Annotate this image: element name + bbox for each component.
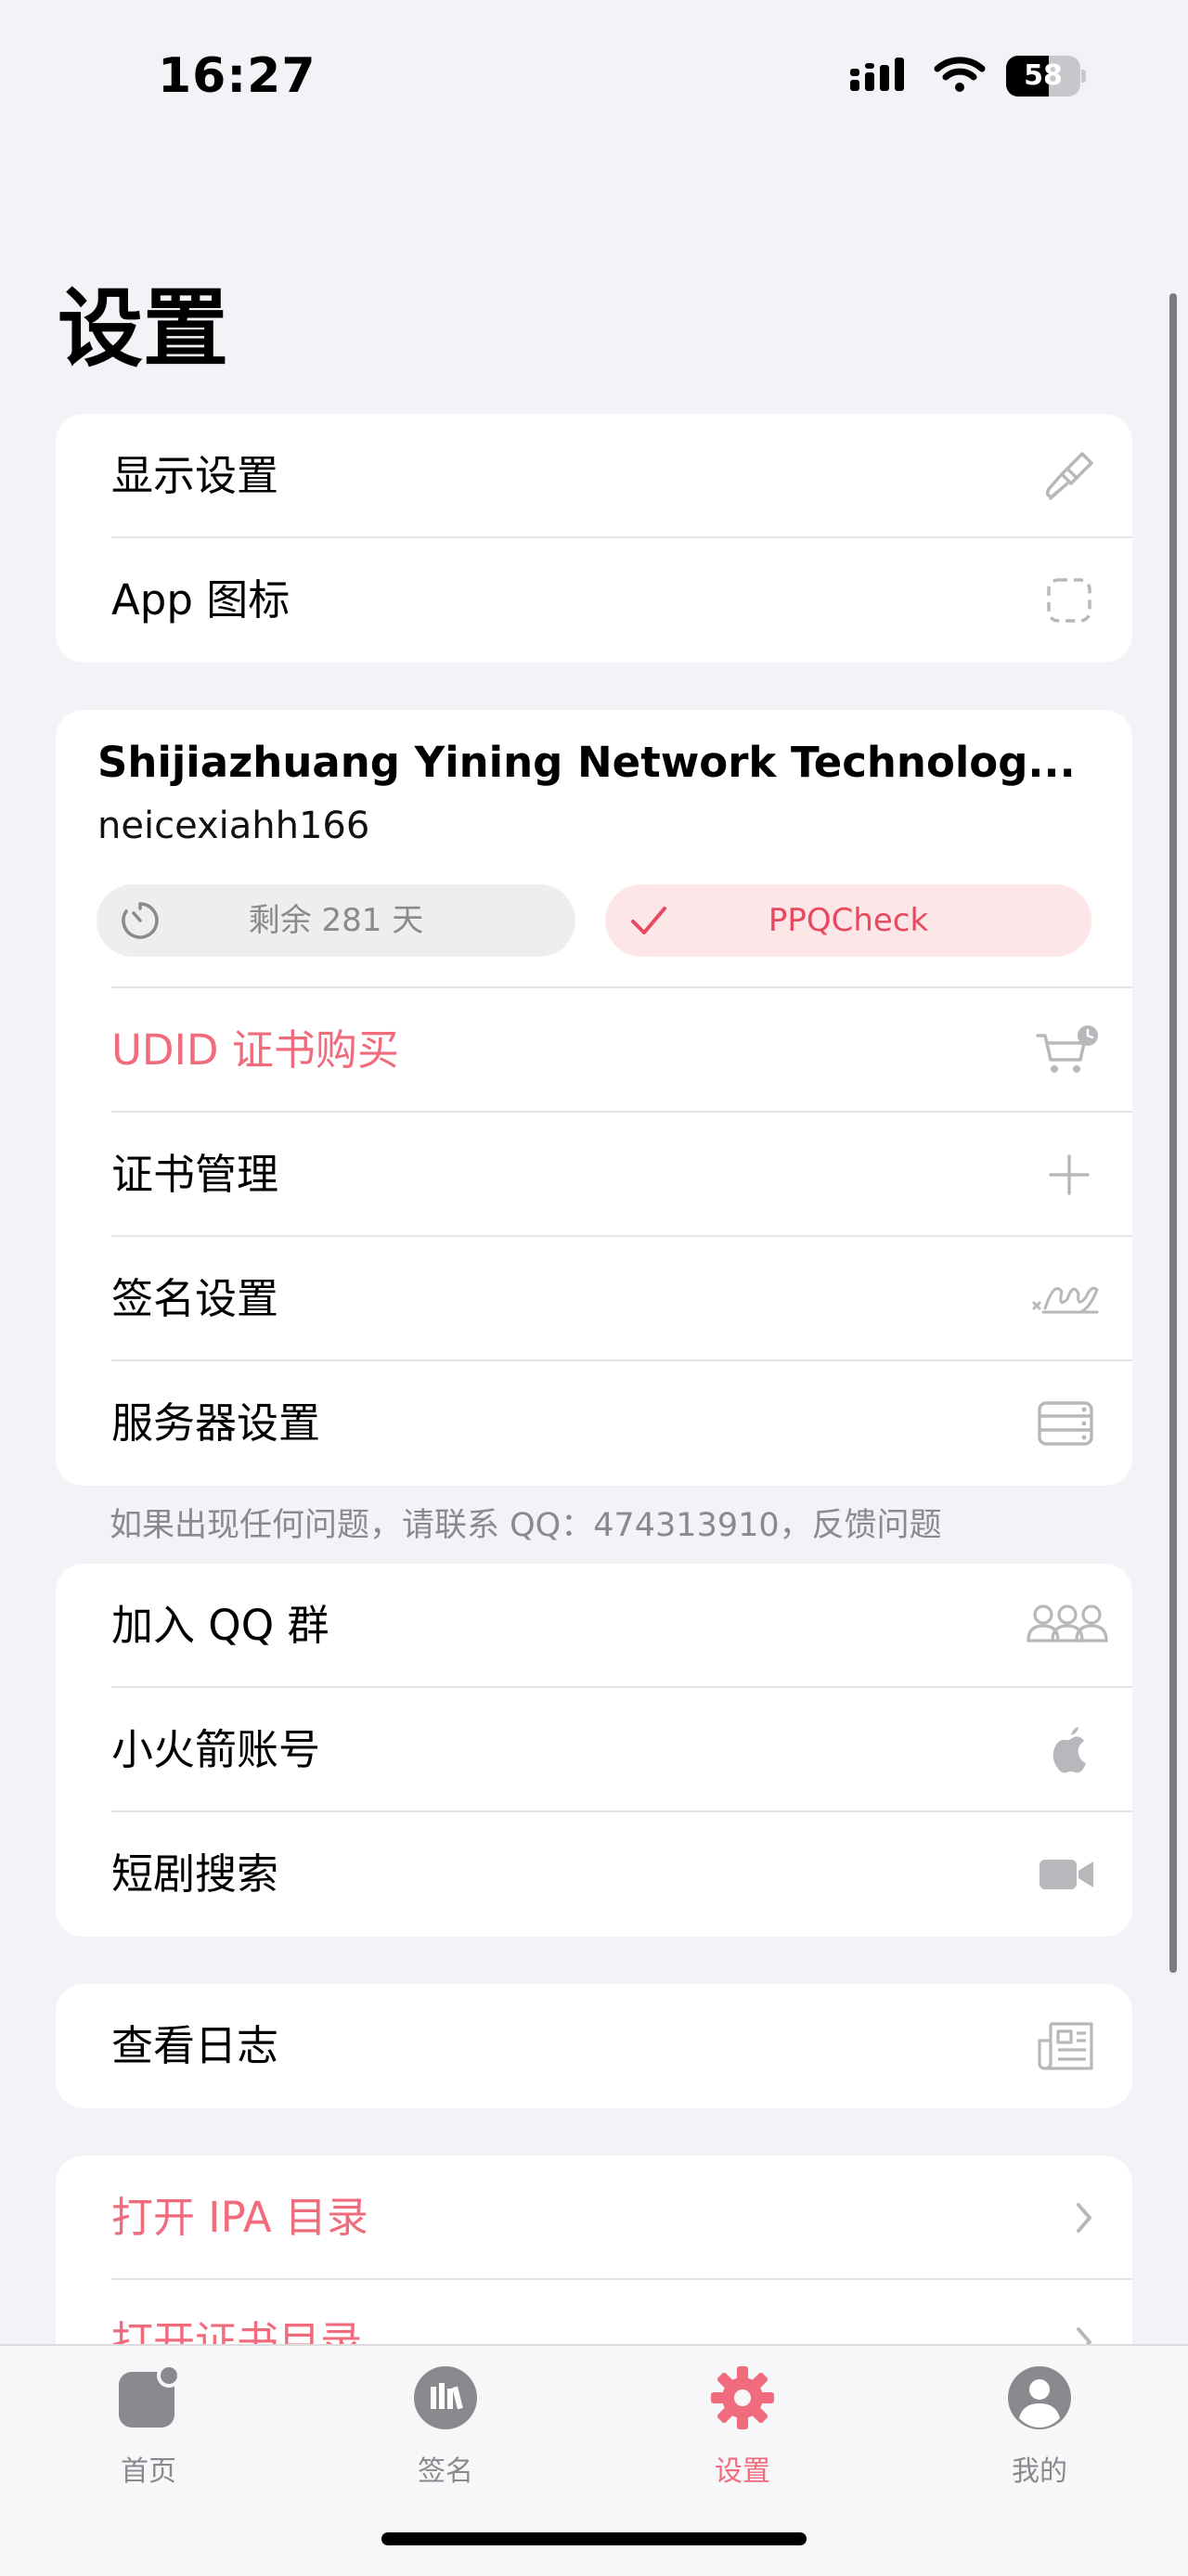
row-label: 小火箭账号: [111, 1725, 321, 1774]
plus-icon: [1030, 1147, 1104, 1203]
row-label: App 图标: [111, 575, 291, 625]
signature-icon: [1030, 1271, 1104, 1327]
row-label: 查看日志: [111, 2021, 279, 2070]
row-label: UDID 证书购买: [111, 1025, 399, 1075]
status-icons: 58: [848, 56, 1086, 97]
ppqcheck-label: PPQCheck: [768, 902, 929, 939]
contact-footnote: 如果出现任何问题，请联系 QQ：474313910，反馈问题: [110, 1507, 942, 1544]
row-label: 短剧搜索: [111, 1849, 279, 1899]
short-drama-search-row[interactable]: 短剧搜索: [56, 1812, 1132, 1937]
shadowrocket-account-row[interactable]: 小火箭账号: [56, 1688, 1132, 1812]
certificate-management-row[interactable]: 证书管理: [56, 1113, 1132, 1237]
ppqcheck-button[interactable]: PPQCheck: [605, 884, 1091, 957]
video-camera-icon: [1030, 1847, 1104, 1902]
row-label: 签名设置: [111, 1274, 279, 1323]
paintbrush-icon: [1030, 448, 1104, 504]
status-bar: 16:27 58: [0, 0, 1188, 158]
view-log-row[interactable]: 查看日志: [56, 1984, 1132, 2108]
signature-settings-row[interactable]: 签名设置: [56, 1237, 1132, 1361]
certificate-header: Shijiazhuang Yining Network Technolog...…: [56, 710, 1132, 988]
certificate-card: Shijiazhuang Yining Network Technolog...…: [56, 710, 1132, 1486]
tab-profile[interactable]: 我的: [956, 2364, 1123, 2494]
news-icon: [1030, 2018, 1104, 2074]
row-label: 打开 IPA 目录: [111, 2193, 368, 2242]
scroll-indicator[interactable]: [1169, 293, 1177, 1973]
certificate-account: neicexiahh166: [97, 805, 370, 847]
dashed-square-icon: [1030, 573, 1104, 628]
certificate-name: Shijiazhuang Yining Network Technolog...: [97, 738, 1076, 787]
battery-icon: 58: [1006, 56, 1086, 97]
app-icon-row[interactable]: App 图标: [56, 538, 1132, 663]
row-label: 显示设置: [111, 451, 279, 500]
display-settings-row[interactable]: 显示设置: [56, 414, 1132, 538]
cellular-signal-icon: [848, 56, 913, 97]
tab-settings[interactable]: 设置: [659, 2364, 826, 2494]
home-indicator[interactable]: [381, 2532, 807, 2545]
page-title: 设置: [58, 279, 229, 379]
tab-sign[interactable]: 签名: [362, 2364, 529, 2494]
remaining-days-text: 剩余 281 天: [248, 902, 424, 939]
tab-label: 设置: [715, 2455, 770, 2488]
apple-logo-icon: [1030, 1722, 1104, 1778]
join-qq-group-row[interactable]: 加入 QQ 群: [56, 1564, 1132, 1688]
server-icon: [1030, 1396, 1104, 1451]
row-label: 加入 QQ 群: [111, 1601, 329, 1650]
remaining-days-badge: 剩余 281 天: [97, 884, 575, 957]
udid-purchase-row[interactable]: UDID 证书购买: [56, 988, 1132, 1113]
people-icon: [1021, 1598, 1114, 1654]
tab-label: 首页: [121, 2455, 176, 2488]
books-icon: [412, 2364, 479, 2431]
wifi-icon: [934, 56, 986, 97]
server-settings-row[interactable]: 服务器设置: [56, 1361, 1132, 1486]
chevron-right-icon: [1030, 2190, 1104, 2246]
cart-clock-icon: [1030, 1023, 1104, 1078]
status-time: 16:27: [158, 48, 316, 104]
battery-level: 58: [1024, 59, 1063, 92]
home-square-icon: [115, 2363, 182, 2431]
tab-label: 签名: [418, 2455, 473, 2488]
person-circle-icon: [1006, 2364, 1073, 2431]
display-settings-card: 显示设置 App 图标: [56, 414, 1132, 663]
log-card: 查看日志: [56, 1984, 1132, 2108]
gear-icon: [709, 2364, 776, 2431]
row-label: 服务器设置: [111, 1398, 321, 1448]
open-ipa-directory-row[interactable]: 打开 IPA 目录: [56, 2156, 1132, 2280]
tab-label: 我的: [1012, 2455, 1067, 2488]
tab-home[interactable]: 首页: [65, 2363, 232, 2494]
community-card: 加入 QQ 群 小火箭账号 短剧搜索: [56, 1564, 1132, 1937]
row-label: 证书管理: [111, 1150, 279, 1199]
